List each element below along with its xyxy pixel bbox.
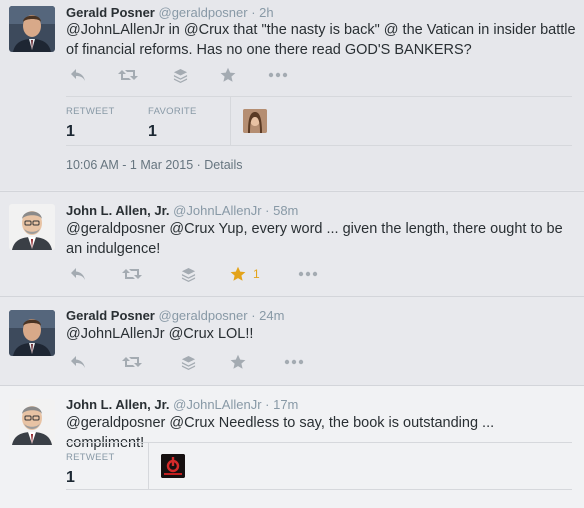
tweet-header: John L. Allen, Jr. @JohnLAllenJr · 17m — [66, 397, 298, 412]
more-icon[interactable] — [296, 265, 320, 283]
reply-icon[interactable] — [66, 265, 90, 283]
tweet: John L. Allen, Jr. @JohnLAllenJr · 58m @… — [0, 191, 584, 296]
favorite-count: 1 — [148, 123, 157, 140]
retweet-icon[interactable] — [120, 353, 144, 371]
more-icon[interactable] — [266, 66, 290, 84]
author-name[interactable]: John L. Allen, Jr. — [66, 203, 170, 218]
retweet-icon[interactable] — [116, 66, 140, 84]
tweet-time[interactable]: · 24m — [251, 308, 284, 323]
author-handle[interactable]: @JohnLAllenJr — [173, 397, 261, 412]
retweet-label: RETWEET — [66, 106, 115, 117]
tweet-text: @geraldposner @Crux Yup, every word ... … — [66, 221, 563, 257]
tweet-actions — [66, 353, 326, 371]
stack-icon[interactable] — [168, 66, 192, 84]
avatar[interactable] — [9, 399, 55, 445]
retweet-count: 1 — [66, 469, 75, 486]
avatar[interactable] — [9, 6, 55, 52]
avatar[interactable] — [9, 310, 55, 356]
author-handle[interactable]: @geraldposner — [159, 5, 248, 20]
star-icon[interactable] — [226, 265, 250, 283]
more-icon[interactable] — [282, 353, 306, 371]
stack-icon[interactable] — [176, 265, 200, 283]
tweet-text: @JohnLAllenJr @Crux LOL!! — [66, 326, 254, 342]
author-name[interactable]: John L. Allen, Jr. — [66, 397, 170, 412]
reply-icon[interactable] — [66, 353, 90, 371]
tweet: Gerald Posner @geraldposner · 24m @JohnL… — [0, 296, 584, 385]
retweeter-avatar[interactable] — [161, 454, 185, 478]
favorite-stat[interactable]: FAVORITE 1 — [148, 106, 197, 141]
divider — [230, 97, 231, 145]
favoriter-avatar[interactable] — [243, 109, 267, 133]
author-handle[interactable]: @JohnLAllenJr — [173, 203, 261, 218]
tweet-header: Gerald Posner @geraldposner · 24m — [66, 308, 284, 323]
tweet-timestamp[interactable]: 10:06 AM - 1 Mar 2015 · Details — [66, 158, 242, 172]
tweet-stats: RETWEET 1 FAVORITE 1 — [66, 96, 572, 146]
tweet-time[interactable]: · 17m — [265, 397, 298, 412]
tweet-stats: RETWEET 1 — [66, 442, 572, 490]
tweet-header: John L. Allen, Jr. @JohnLAllenJr · 58m — [66, 203, 298, 218]
tweet: John L. Allen, Jr. @JohnLAllenJr · 17m @… — [0, 385, 584, 508]
retweet-icon[interactable] — [120, 265, 144, 283]
retweet-stat[interactable]: RETWEET 1 — [66, 452, 115, 487]
star-icon[interactable] — [216, 66, 240, 84]
author-name[interactable]: Gerald Posner — [66, 308, 155, 323]
tweet-text: @JohnLAllenJr in @Crux that "the nasty i… — [66, 22, 576, 58]
avatar[interactable] — [9, 204, 55, 250]
tweet-time[interactable]: · 2h — [251, 5, 273, 20]
retweet-label: RETWEET — [66, 452, 115, 463]
stack-icon[interactable] — [176, 353, 200, 371]
tweet-header: Gerald Posner @geraldposner · 2h — [66, 5, 274, 20]
retweet-stat[interactable]: RETWEET 1 — [66, 106, 115, 141]
divider — [148, 443, 149, 489]
reply-icon[interactable] — [66, 66, 90, 84]
tweet-actions: 1 — [66, 265, 326, 283]
author-name[interactable]: Gerald Posner — [66, 5, 155, 20]
retweet-count: 1 — [66, 123, 75, 140]
star-icon[interactable] — [226, 353, 250, 371]
author-handle[interactable]: @geraldposner — [159, 308, 248, 323]
tweet-time[interactable]: · 58m — [265, 203, 298, 218]
favorite-label: FAVORITE — [148, 106, 197, 117]
tweet: Gerald Posner @geraldposner · 2h @JohnLA… — [0, 0, 584, 190]
favorite-count: 1 — [253, 267, 260, 281]
